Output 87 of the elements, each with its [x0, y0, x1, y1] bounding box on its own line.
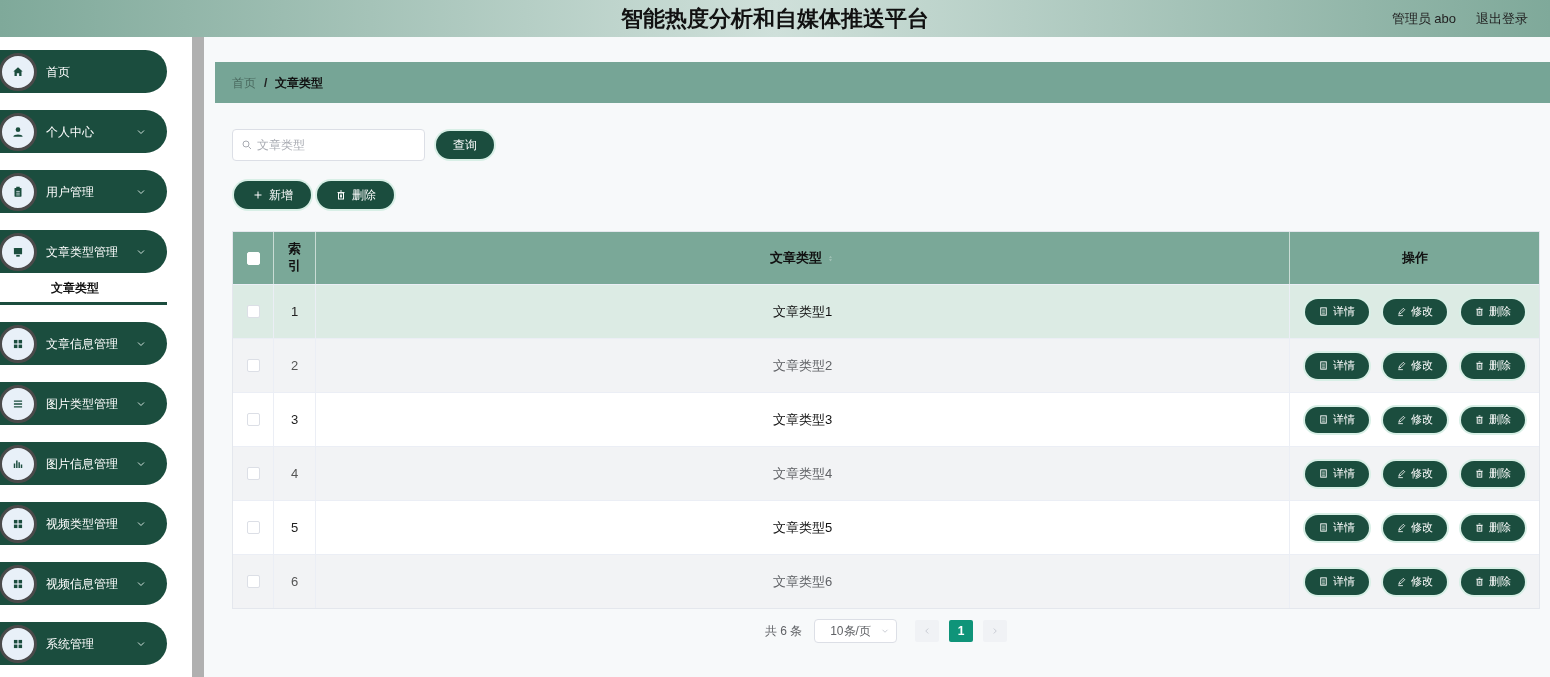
delete-button[interactable]: 删除 — [317, 181, 394, 209]
pencil-icon — [1396, 306, 1407, 317]
trash-icon — [1474, 360, 1485, 371]
delete-button[interactable]: 删除 — [1460, 568, 1525, 595]
app-title: 智能热度分析和自媒体推送平台 — [621, 5, 929, 33]
next-page-button[interactable] — [983, 620, 1008, 642]
menu-item[interactable]: 个人中心 — [0, 110, 167, 153]
table-cell-text: 5 — [290, 518, 299, 537]
column-header: 文章类型 — [770, 249, 822, 268]
breadcrumb-item: 文章类型 — [275, 74, 324, 92]
document-icon — [1318, 468, 1329, 479]
trash-icon — [1474, 576, 1485, 587]
menu-item[interactable]: 首页 — [0, 50, 167, 93]
table-cell-text: 文章类型3 — [772, 410, 833, 429]
pencil-icon — [1396, 414, 1407, 425]
delete-button[interactable]: 删除 — [1460, 406, 1525, 433]
table-cell-text: 文章类型1 — [772, 302, 833, 321]
table-cell-text: 4 — [290, 464, 299, 483]
pencil-icon — [1396, 468, 1407, 479]
table-cell-text: 文章类型4 — [772, 464, 833, 483]
table-cell-text: 1 — [290, 302, 299, 321]
menu-item[interactable]: 视频类型管理 — [0, 502, 167, 545]
table-cell-text: 文章类型2 — [772, 356, 833, 375]
column-header: 索引 — [287, 241, 302, 275]
edit-button[interactable]: 修改 — [1382, 568, 1447, 595]
document-icon — [1318, 522, 1329, 533]
delete-button[interactable]: 删除 — [1460, 298, 1525, 325]
trash-icon — [335, 189, 347, 201]
search-button[interactable]: 查询 — [436, 131, 494, 159]
pencil-icon — [1396, 522, 1407, 533]
pencil-icon — [1396, 360, 1407, 371]
table-cell-text: 文章类型5 — [772, 518, 833, 537]
trash-icon — [1474, 468, 1485, 479]
column-header: 操作 — [1401, 249, 1428, 268]
checkbox[interactable] — [246, 359, 260, 372]
total-count: 共 6 条 — [764, 623, 803, 640]
table-cell-text: 3 — [290, 410, 299, 429]
checkbox[interactable] — [246, 575, 260, 588]
user-label: 管理员 abo — [1391, 9, 1456, 28]
table-cell-text: 6 — [290, 572, 299, 591]
user-icon — [11, 124, 25, 139]
pencil-icon — [1396, 576, 1407, 587]
menu-item[interactable]: 图片信息管理 — [0, 442, 167, 485]
table-cell-text: 文章类型6 — [772, 572, 833, 591]
menu-item[interactable]: 文章信息管理 — [0, 322, 167, 365]
submenu-item[interactable]: 文章类型 — [0, 273, 167, 305]
menu-item[interactable]: 用户管理 — [0, 170, 167, 213]
detail-button[interactable]: 详情 — [1304, 352, 1369, 379]
menu-item[interactable]: 视频信息管理 — [0, 562, 167, 605]
detail-button[interactable]: 详情 — [1304, 568, 1369, 595]
detail-button[interactable]: 详情 — [1304, 514, 1369, 541]
breadcrumb-separator: / — [264, 74, 268, 92]
checkbox[interactable] — [246, 413, 260, 426]
delete-button[interactable]: 删除 — [1460, 352, 1525, 379]
checkbox[interactable] — [246, 467, 260, 480]
prev-page-button[interactable] — [915, 620, 940, 642]
edit-button[interactable]: 修改 — [1382, 460, 1447, 487]
checkbox[interactable] — [246, 305, 260, 318]
search-input[interactable]: 文章类型 — [257, 136, 416, 154]
delete-button[interactable]: 删除 — [1460, 460, 1525, 487]
checkbox[interactable] — [246, 521, 260, 534]
document-icon — [1318, 360, 1329, 371]
add-button[interactable]: 新增 — [234, 181, 311, 209]
search-icon — [241, 139, 253, 151]
edit-button[interactable]: 修改 — [1382, 514, 1447, 541]
trash-icon — [1474, 414, 1485, 425]
menu-item[interactable]: 图片类型管理 — [0, 382, 167, 425]
table-cell-text: 2 — [290, 356, 299, 375]
search-field[interactable]: 文章类型 — [232, 129, 425, 161]
plus-icon — [252, 189, 264, 201]
page-size-select[interactable]: 10条/页 — [814, 619, 898, 643]
edit-button[interactable]: 修改 — [1382, 352, 1447, 379]
delete-button[interactable]: 删除 — [1460, 514, 1525, 541]
page-button[interactable]: 1 — [949, 620, 974, 642]
menu-item[interactable]: 系统管理 — [0, 622, 167, 665]
detail-button[interactable]: 详情 — [1304, 460, 1369, 487]
trash-icon — [1474, 306, 1485, 317]
detail-button[interactable]: 详情 — [1304, 406, 1369, 433]
menu-item[interactable]: 文章类型管理 — [0, 230, 167, 273]
document-icon — [1318, 576, 1329, 587]
document-icon — [1318, 414, 1329, 425]
edit-button[interactable]: 修改 — [1382, 298, 1447, 325]
detail-button[interactable]: 详情 — [1304, 298, 1369, 325]
logout-link[interactable]: 退出登录 — [1476, 8, 1528, 29]
trash-icon — [1474, 522, 1485, 533]
document-icon — [1318, 306, 1329, 317]
edit-button[interactable]: 修改 — [1382, 406, 1447, 433]
